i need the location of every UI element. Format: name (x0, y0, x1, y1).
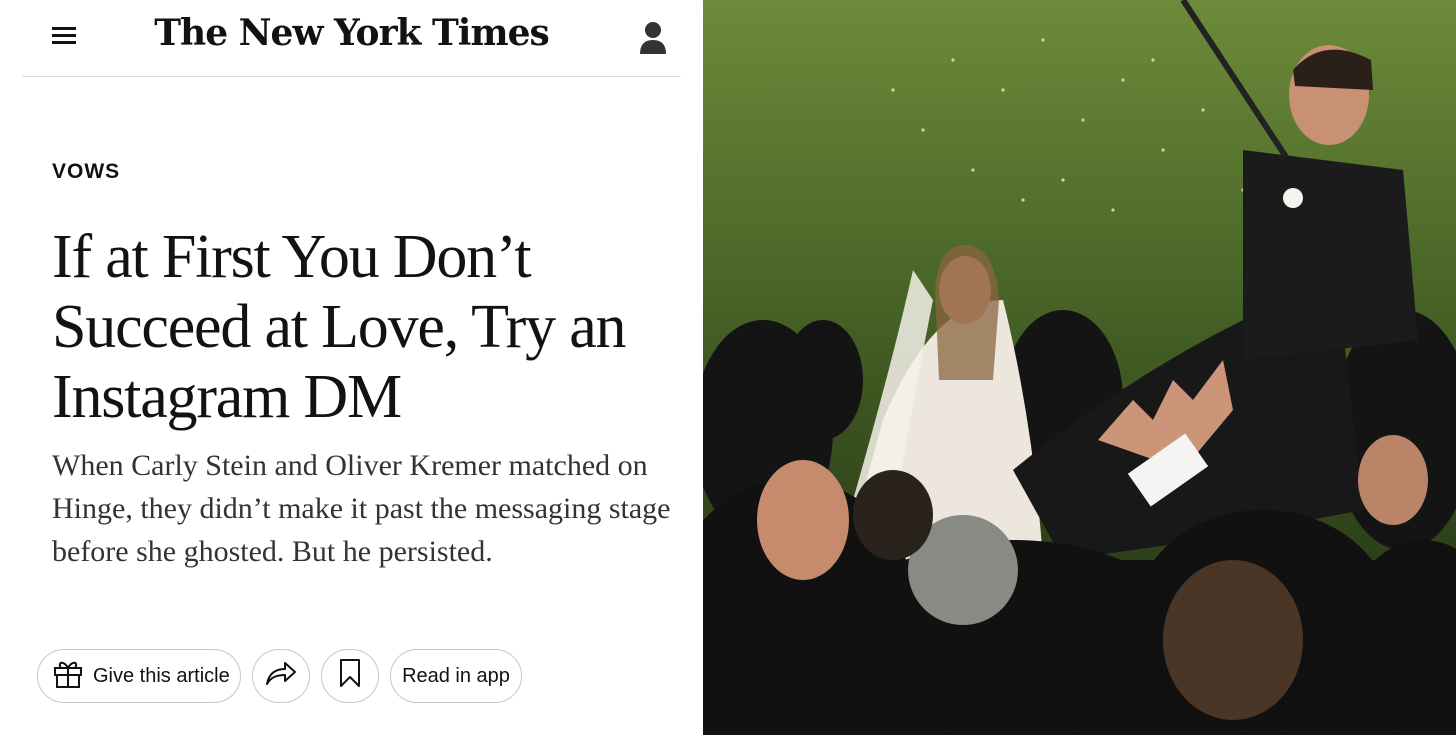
site-logo[interactable]: The New York Times (22, 12, 681, 54)
site-header: The New York Times (22, 0, 681, 77)
headline-line: Instagram DM (52, 363, 402, 431)
headline-line: Succeed at Love, Try an (52, 293, 627, 361)
share-button[interactable] (252, 649, 310, 703)
section-kicker[interactable]: VOWS (52, 160, 120, 184)
article-photo (703, 0, 1456, 735)
headline-line: If at First You Don’t (52, 223, 532, 291)
read-in-app-label: Read in app (402, 664, 510, 687)
gift-icon (52, 657, 84, 695)
article-summary: When Carly Stein and Oliver Kremer match… (52, 449, 671, 568)
read-in-app-button[interactable]: Read in app (390, 649, 522, 703)
bookmark-icon (339, 658, 361, 694)
article-pane: The New York Times VOWS If at First You … (0, 0, 703, 735)
give-article-button[interactable]: Give this article (37, 649, 241, 703)
share-arrow-icon (264, 659, 298, 693)
save-button[interactable] (321, 649, 379, 703)
give-article-label: Give this article (93, 664, 230, 687)
person-icon[interactable] (639, 20, 667, 56)
article-headline: If at First You Don’t Succeed at Love, T… (52, 222, 682, 432)
